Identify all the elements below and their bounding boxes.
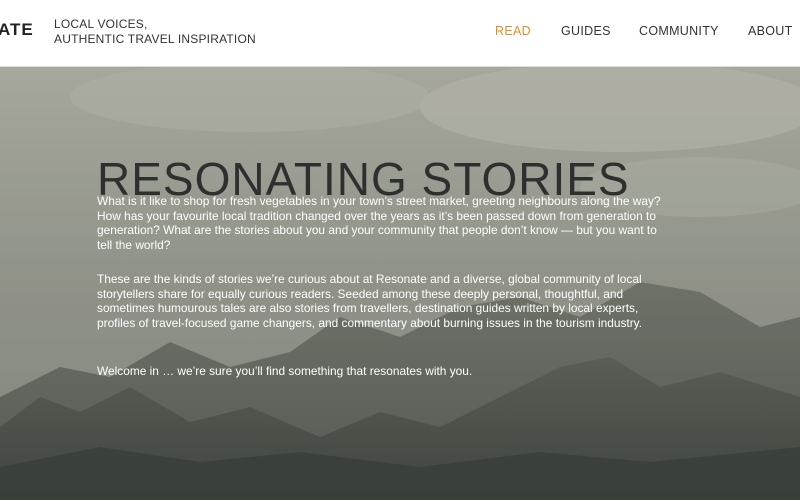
site-logo[interactable]: ATE [0,20,34,40]
intro-paragraph-2: These are the kinds of stories we’re cur… [97,272,643,330]
nav-about[interactable]: ABOUT [748,24,793,38]
tagline-line-2: AUTHENTIC TRAVEL INSPIRATION [54,32,256,46]
hero-section: RESONATING STORIES What is it like to sh… [0,67,800,500]
intro-paragraph-1: What is it like to shop for fresh vegeta… [97,194,661,252]
tagline-line-1: LOCAL VOICES, [54,17,148,31]
nav-community[interactable]: COMMUNITY [639,24,719,38]
nav-read[interactable]: READ [495,24,531,38]
welcome-paragraph: Welcome in … we’re sure you’ll find some… [97,364,473,378]
site-header: ATE LOCAL VOICES, AUTHENTIC TRAVEL INSPI… [0,0,800,67]
nav-guides[interactable]: GUIDES [561,24,611,38]
site-tagline: LOCAL VOICES, AUTHENTIC TRAVEL INSPIRATI… [54,17,256,47]
